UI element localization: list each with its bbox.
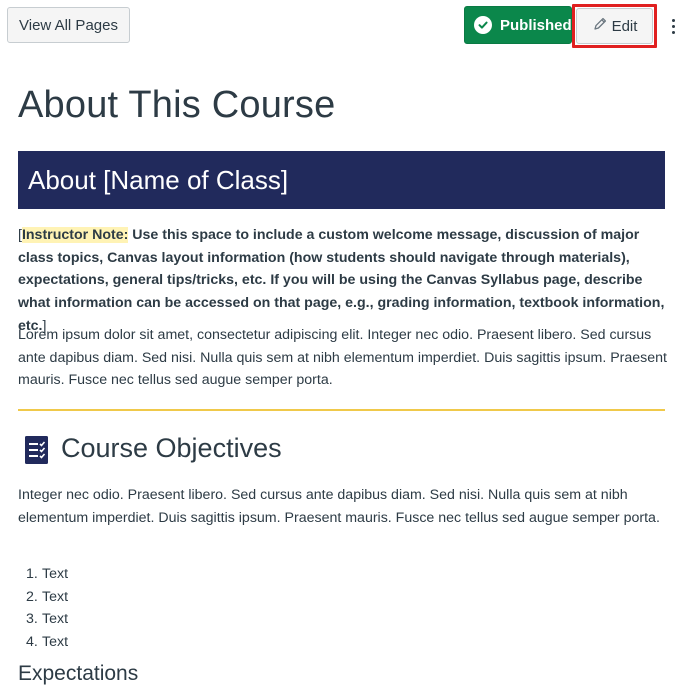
page: View All Pages Published Edit About This… — [0, 0, 690, 693]
objectives-paragraph: Integer nec odio. Praesent libero. Sed c… — [18, 487, 660, 526]
course-objectives-heading: Course Objectives — [61, 433, 282, 463]
expectations-heading: Expectations — [18, 662, 139, 685]
list-item: 1. Text — [26, 566, 69, 582]
page-title: About This Course — [18, 84, 336, 126]
list-item: 2. Text — [26, 588, 69, 605]
list-item: 4. Text — [26, 633, 69, 650]
check-circle-icon — [474, 16, 492, 34]
objectives-list: 1. Text 2. Text 3. Text 4. Text — [26, 563, 68, 653]
section-divider — [18, 409, 665, 411]
pencil-icon — [592, 16, 612, 36]
class-banner: About [Name of Class] — [18, 151, 665, 209]
published-label: Published — [500, 16, 572, 34]
view-all-pages-button[interactable]: View All Pages — [7, 7, 130, 43]
list-item: 3. Text — [26, 611, 69, 628]
edit-button[interactable]: Edit — [576, 8, 653, 44]
checklist-icon — [25, 436, 51, 464]
instructor-note-label: Instructor Note: — [21, 227, 129, 243]
instructor-note-text: Use this space to include a custom welco… — [18, 227, 665, 334]
instructor-note: [Instructor Note: Use this space to incl… — [18, 227, 665, 334]
view-all-pages-label: View All Pages — [19, 16, 118, 34]
published-button[interactable]: Published — [464, 6, 572, 44]
edit-label: Edit — [611, 17, 638, 35]
page-toolbar: View All Pages Published Edit — [0, 0, 690, 50]
intro-paragraph: Lorem ipsum dolor sit amet, consectetur … — [18, 327, 668, 389]
banner-title: About [Name of Class] — [28, 164, 289, 195]
more-vertical-icon[interactable] — [662, 8, 684, 44]
